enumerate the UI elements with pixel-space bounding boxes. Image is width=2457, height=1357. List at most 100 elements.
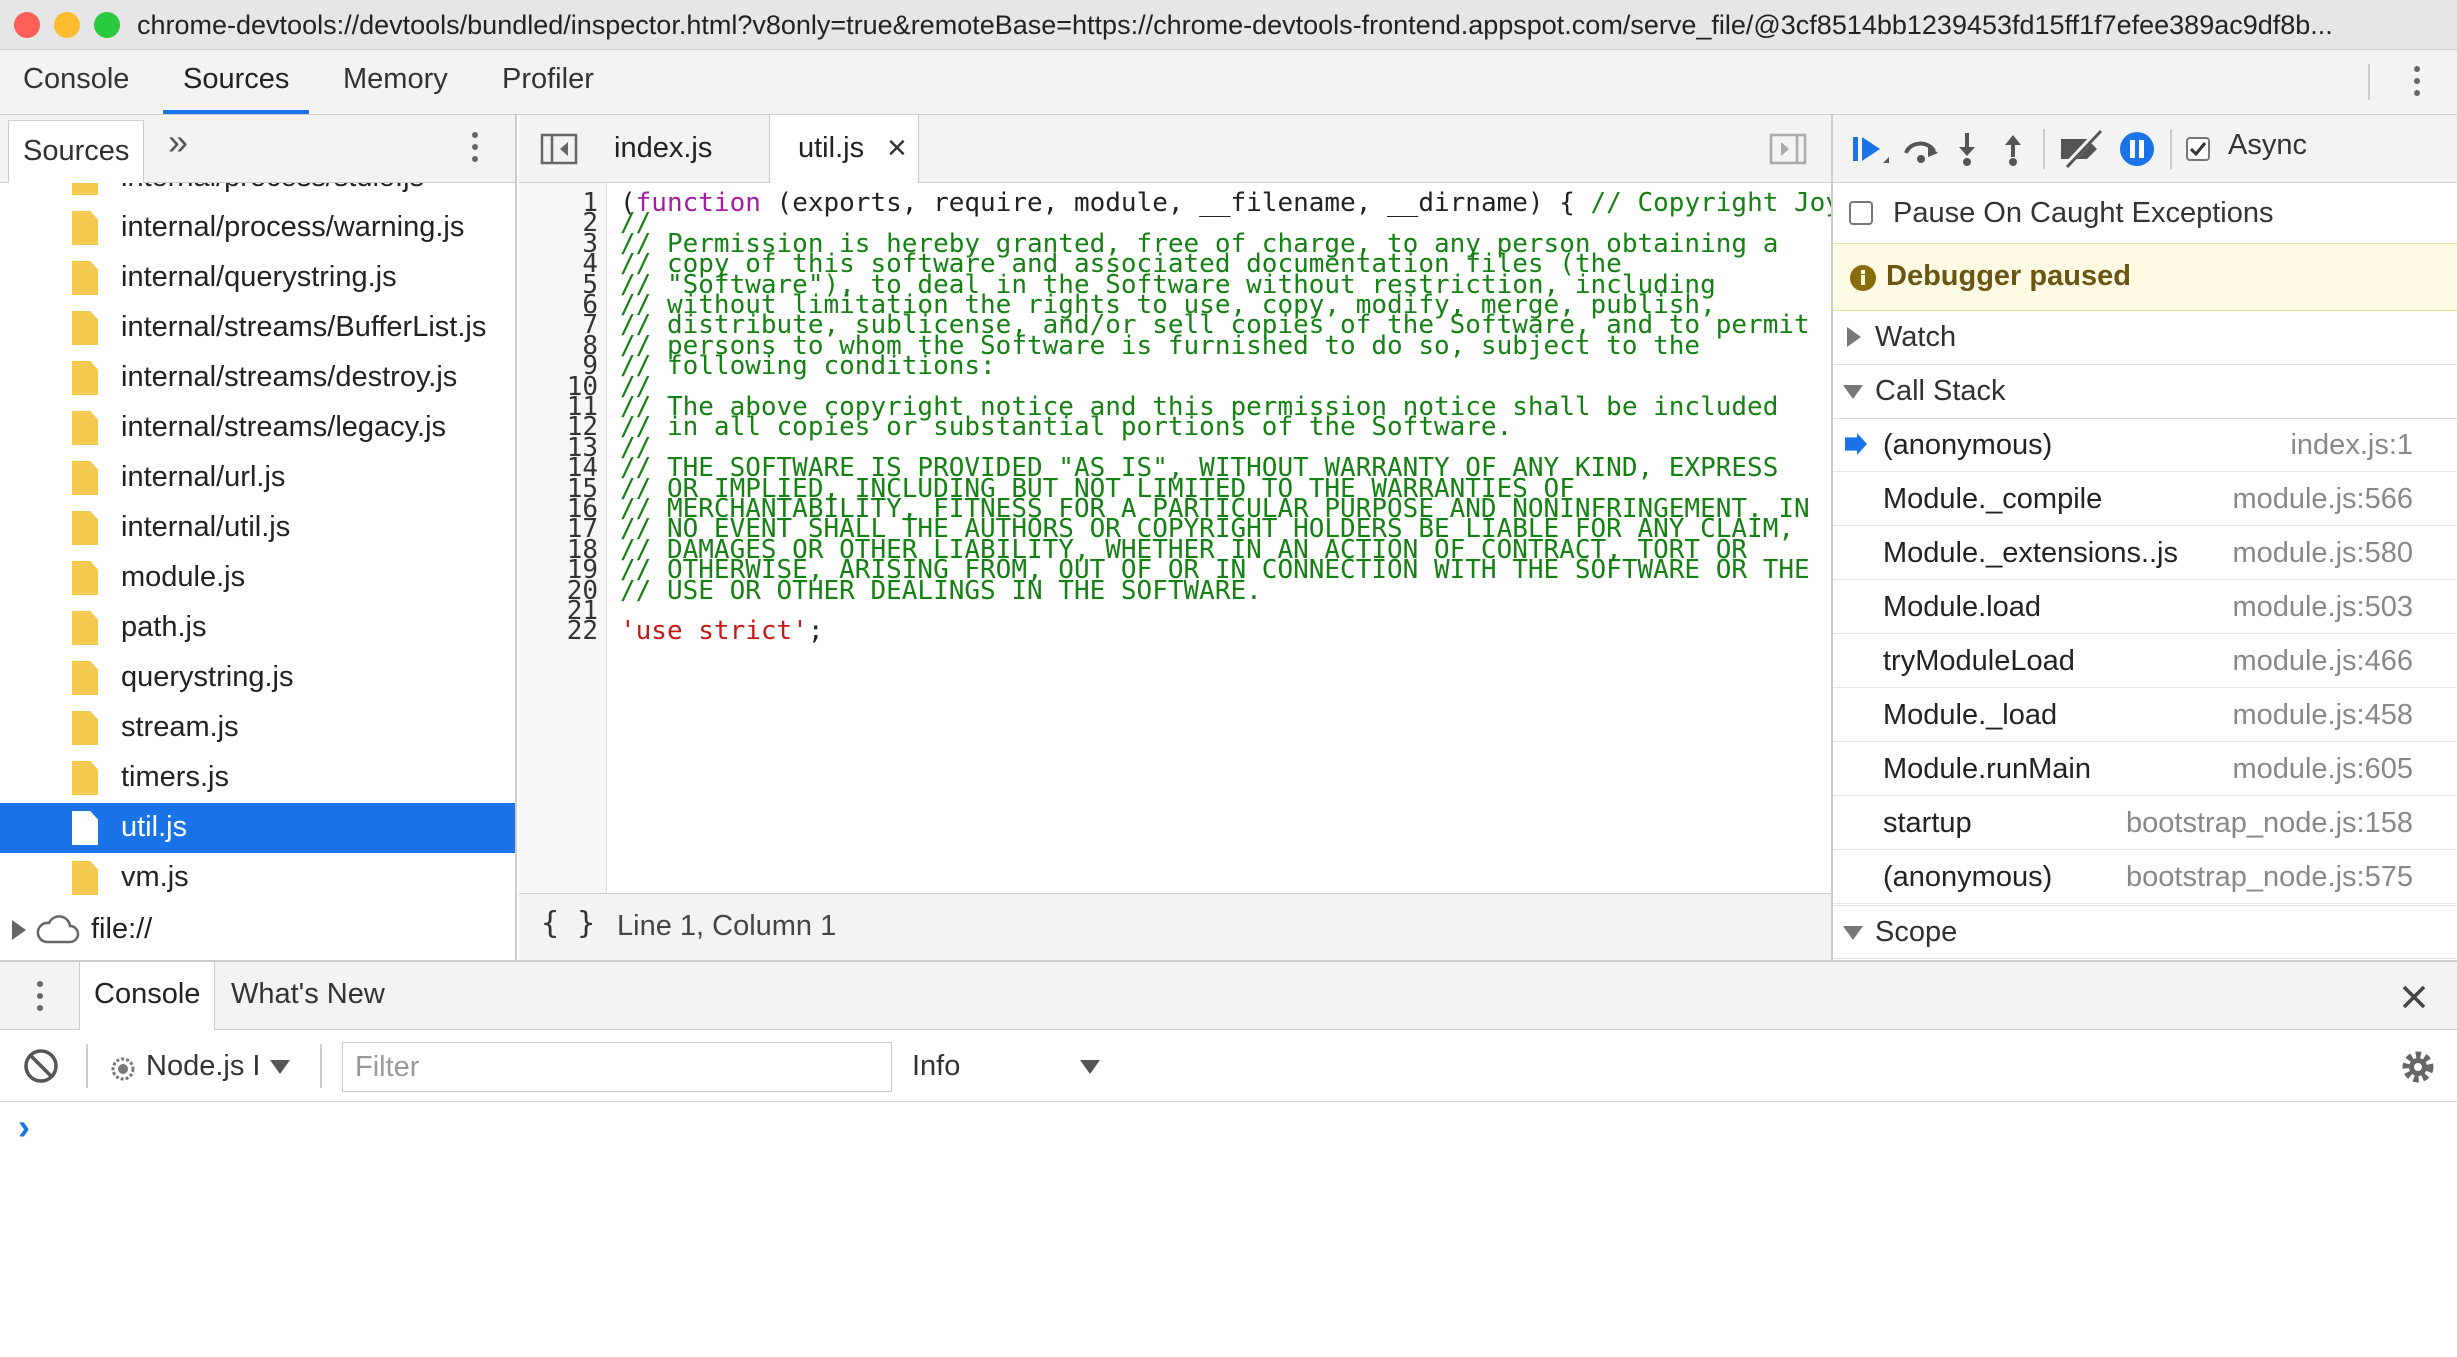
pretty-print-braces-icon[interactable]: { } — [541, 906, 595, 941]
scope-section-header[interactable]: Scope — [1833, 905, 2457, 959]
watch-label: Watch — [1875, 321, 1957, 353]
call-stack-section-header[interactable]: Call Stack — [1833, 365, 2457, 419]
drawer-tab-console[interactable]: Console — [79, 962, 216, 1030]
file-item[interactable]: path.js — [0, 603, 515, 653]
file-item[interactable]: internal/streams/BufferList.js — [0, 303, 515, 353]
frame-location[interactable]: module.js:466 — [2232, 635, 2413, 687]
editor-tab-index-js[interactable]: index.js — [592, 115, 734, 183]
call-stack-label: Call Stack — [1875, 375, 2006, 407]
cloud-icon — [36, 915, 80, 944]
step-over-icon[interactable] — [1901, 129, 1941, 169]
file-item[interactable]: internal/util.js — [0, 503, 515, 553]
context-label: Node.js I — [146, 1050, 261, 1082]
call-frame[interactable]: Module.load module.js:503 — [1833, 581, 2457, 634]
file-item[interactable]: internal/streams/legacy.js — [0, 403, 515, 453]
call-frame[interactable]: Module._load module.js:458 — [1833, 689, 2457, 742]
drawer-tab-whats-new[interactable]: What's New — [231, 962, 385, 1030]
close-window-button[interactable] — [14, 12, 40, 38]
deactivate-breakpoints-icon[interactable] — [2057, 129, 2107, 169]
resume-icon[interactable] — [1849, 129, 1889, 169]
file-item[interactable]: internal/streams/destroy.js — [0, 353, 515, 403]
more-tabs-chevron-icon[interactable]: » — [168, 121, 188, 163]
pause-on-exceptions-icon[interactable] — [2117, 129, 2157, 169]
debugger-paused-banner: Debugger paused — [1833, 243, 2457, 311]
main-tab-strip: Console Sources Memory Profiler — [0, 50, 2457, 115]
minimize-window-button[interactable] — [54, 12, 80, 38]
tab-console[interactable]: Console — [23, 50, 129, 114]
frame-function: tryModuleLoad — [1883, 645, 2075, 677]
tab-sources[interactable]: Sources — [163, 50, 310, 114]
tab-memory[interactable]: Memory — [343, 50, 448, 114]
file-tree: internal/process/stdio.js internal/proce… — [0, 183, 515, 960]
frame-location[interactable]: module.js:566 — [2232, 473, 2413, 525]
async-checkbox[interactable] — [2186, 137, 2210, 161]
close-tab-icon[interactable]: × — [887, 115, 907, 181]
frame-location[interactable]: index.js:1 — [2290, 419, 2413, 471]
step-into-icon[interactable] — [1947, 129, 1987, 169]
file-item[interactable]: stream.js — [0, 703, 515, 753]
file-name: module.js — [121, 561, 246, 593]
toggle-debugger-icon[interactable] — [1769, 133, 1809, 165]
call-frame[interactable]: (anonymous) index.js:1 — [1833, 419, 2457, 472]
file-item[interactable]: internal/process/warning.js — [0, 203, 515, 253]
toolbar-divider — [320, 1044, 322, 1088]
frame-location[interactable]: bootstrap_node.js:575 — [2126, 851, 2413, 903]
frame-location[interactable]: bootstrap_node.js:158 — [2126, 797, 2413, 849]
file-item[interactable]: timers.js — [0, 753, 515, 803]
step-out-icon[interactable] — [1993, 129, 2033, 169]
code-editor-pane: index.js util.js × 1 2 3 4 5 6 7 8 9 10 11 12 13 14 15… — [519, 115, 1831, 960]
zoom-window-button[interactable] — [94, 12, 120, 38]
watch-section-header[interactable]: Watch — [1833, 311, 2457, 365]
main-menu-kebab-icon[interactable] — [2414, 66, 2422, 102]
file-item[interactable]: internal/querystring.js — [0, 253, 515, 303]
call-frame[interactable]: Module._extensions..js module.js:580 — [1833, 527, 2457, 580]
drawer-menu-kebab-icon[interactable] — [37, 981, 45, 1017]
pause-caught-checkbox[interactable] — [1849, 201, 1873, 225]
frame-location[interactable]: module.js:458 — [2232, 689, 2413, 741]
file-item[interactable]: module.js — [0, 553, 515, 603]
file-item[interactable]: internal/url.js — [0, 453, 515, 503]
frame-location[interactable]: module.js:605 — [2232, 743, 2413, 795]
code-token: // USE OR OTHER DEALINGS IN THE SOFTWARE… — [620, 575, 1262, 606]
execution-context-select[interactable]: Node.js I — [146, 1050, 290, 1083]
toggle-navigator-icon[interactable] — [540, 133, 580, 165]
code-token: (exports, require, module, __filename, _… — [760, 188, 1591, 218]
frame-location[interactable]: module.js:503 — [2232, 581, 2413, 633]
async-label: Async — [2228, 129, 2307, 161]
code-area[interactable]: 1 2 3 4 5 6 7 8 9 10 11 12 13 14 15 16 17 18 19 20 21 22 (fun… — [519, 183, 1831, 893]
call-frame[interactable]: Module._compile module.js:566 — [1833, 473, 2457, 526]
console-filter-input[interactable] — [342, 1042, 892, 1092]
file-origin[interactable]: file:// — [0, 905, 515, 955]
call-frame[interactable]: startup bootstrap_node.js:158 — [1833, 797, 2457, 850]
log-level-select[interactable]: Info — [912, 1050, 1112, 1083]
file-item[interactable]: querystring.js — [0, 653, 515, 703]
file-item-partial[interactable]: internal/process/stdio.js — [0, 183, 515, 203]
clear-console-icon[interactable] — [22, 1047, 60, 1085]
pause-caught-row[interactable]: Pause On Caught Exceptions — [1833, 183, 2457, 243]
code-line: 'use strict'; — [620, 616, 824, 646]
dropdown-arrow-icon — [270, 1060, 290, 1074]
line-number[interactable]: 22 — [519, 616, 598, 646]
file-item[interactable]: vm.js — [0, 853, 515, 903]
console-input[interactable] — [50, 1112, 2440, 1352]
call-frame[interactable]: tryModuleLoad module.js:466 — [1833, 635, 2457, 688]
close-drawer-icon[interactable] — [2401, 984, 2427, 1010]
file-icon — [72, 711, 98, 745]
tab-profiler[interactable]: Profiler — [502, 50, 594, 114]
file-icon — [72, 511, 98, 545]
expand-triangle-icon[interactable] — [12, 920, 26, 940]
sources-navigator: Sources » internal/process/stdio.js inte… — [0, 115, 517, 960]
call-frame[interactable]: Module.runMain module.js:605 — [1833, 743, 2457, 796]
file-item[interactable]: util.js — [0, 803, 515, 853]
dropdown-arrow-icon — [1080, 1060, 1100, 1074]
console-settings-gear-icon[interactable] — [2398, 1047, 2438, 1087]
line-number-gutter[interactable]: 1 2 3 4 5 6 7 8 9 10 11 12 13 14 15 16 17 18 19 20 21 22 — [519, 183, 607, 893]
file-name: path.js — [121, 611, 207, 643]
navigator-tab-sources[interactable]: Sources — [8, 120, 145, 183]
file-icon — [72, 761, 98, 795]
navigator-menu-kebab-icon[interactable] — [472, 132, 480, 168]
call-frame[interactable]: (anonymous) bootstrap_node.js:575 — [1833, 851, 2457, 904]
frame-location[interactable]: module.js:580 — [2232, 527, 2413, 579]
editor-tab-util-js[interactable]: util.js × — [769, 115, 919, 184]
code-line: (function (exports, require, module, __f… — [620, 188, 1831, 218]
